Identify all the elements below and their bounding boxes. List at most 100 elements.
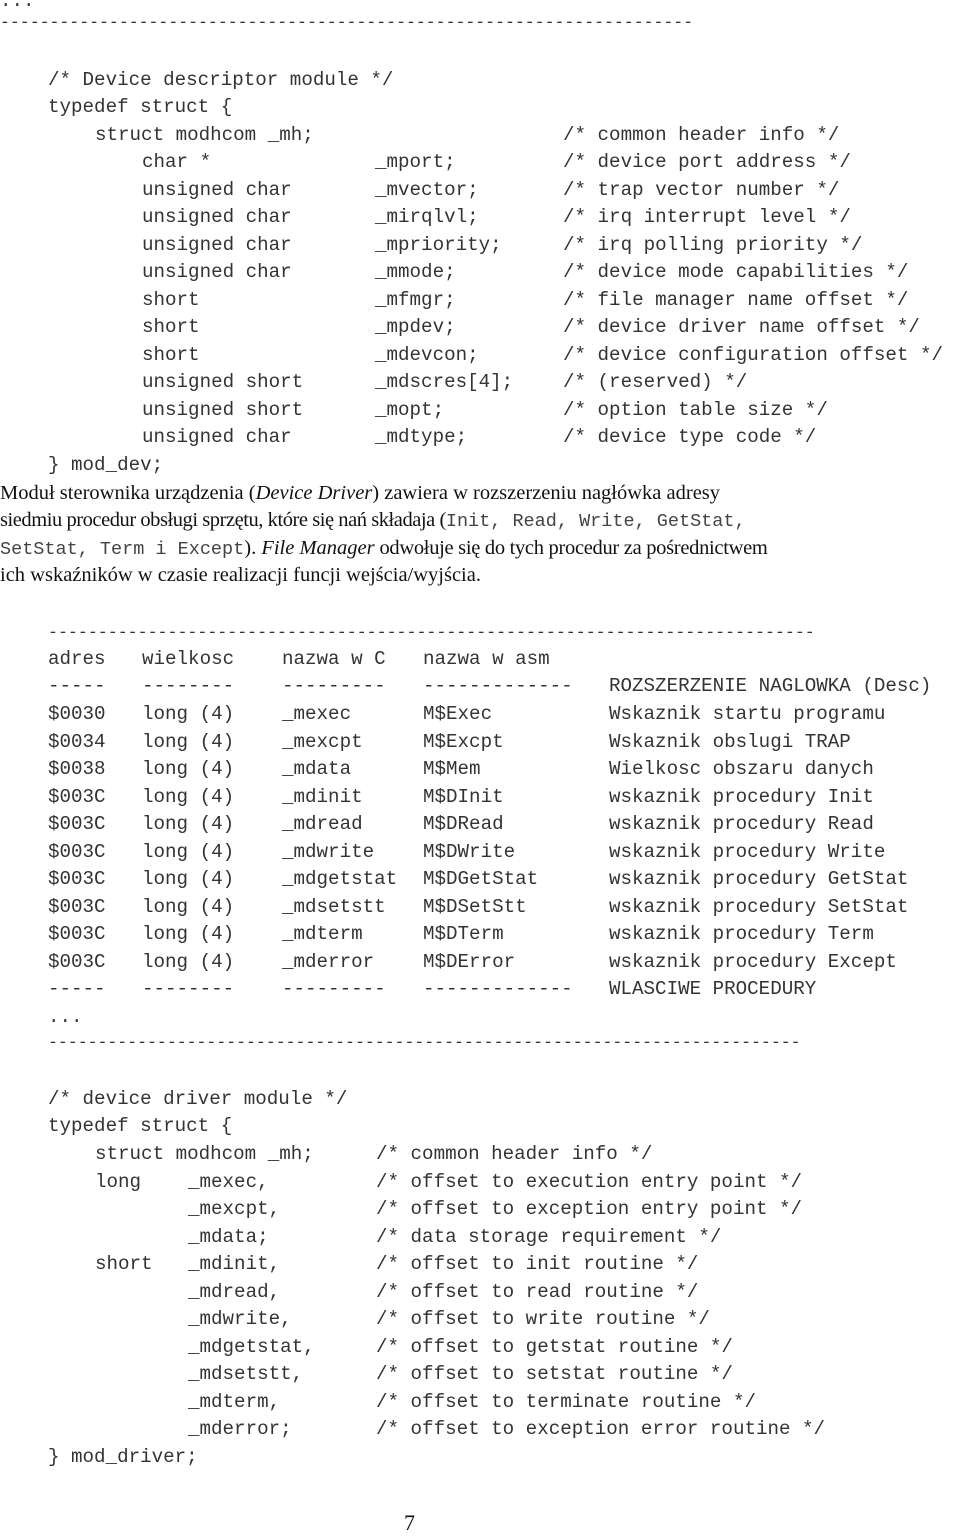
struct2-field-row: _mdsetstt, /* offset to setstat routine *…: [0, 1361, 960, 1388]
struct1-field-row: unsigned char _mirqlvl; /* irq interrupt l…: [0, 204, 960, 231]
dash: ---------: [282, 978, 386, 1000]
field-name: _mdgetstat,: [188, 1335, 315, 1358]
field-comment: /* trap vector number */: [563, 178, 840, 201]
field-comment: /* offset to setstat routine */: [376, 1363, 733, 1385]
table-row: $0034 long (4) _mexcpt M$Excpt Wskaznik obsl…: [0, 729, 960, 756]
cell-description: Wskaznik startu programu: [609, 703, 886, 725]
struct1-field-row: unsigned short _mdscres[4]; /* (reserved) …: [0, 369, 960, 396]
field-name: _mdevcon;: [375, 343, 479, 366]
table-dash-row-bottom: ----- -------- --------- ------------- W…: [0, 976, 960, 1003]
field-name: _mvector;: [375, 178, 479, 201]
field-comment: /* irq interrupt level */: [563, 206, 851, 228]
struct2-field-row: long _mexec, /* offset to execution entry …: [0, 1169, 960, 1196]
cell-description: wskaznik procedury Term: [609, 923, 874, 945]
field-comment: /* device driver name offset */: [563, 316, 920, 338]
field-type: unsigned char: [142, 178, 292, 201]
struct1-field-row: unsigned char _mmode; /* device mode capab…: [0, 259, 960, 286]
cell-nazwa-asm: M$DRead: [423, 813, 504, 835]
cell-nazwa-c: _mdsetstt: [282, 895, 386, 918]
top-rule: ----------------------------------------…: [0, 13, 694, 32]
cell-nazwa-asm: M$Mem: [423, 758, 481, 780]
field-comment: /* irq polling priority */: [563, 233, 863, 256]
field-name: _mdscres[4];: [375, 371, 514, 393]
field-name: _mderror;: [188, 1418, 292, 1440]
struct1-header-decl: struct modhcom _mh;: [95, 124, 314, 146]
col-header-adres: adres: [48, 648, 106, 670]
para-file-manager: File Manager: [261, 537, 375, 559]
cell-nazwa-asm: M$DWrite: [423, 840, 516, 863]
field-name: _mdwrite,: [188, 1308, 292, 1330]
cell-wielkosc: long (4): [142, 895, 235, 918]
cell-nazwa-asm: M$DGetStat: [423, 868, 539, 890]
field-comment: /* device port address */: [563, 151, 851, 173]
field-comment: /* option table size */: [563, 398, 828, 421]
cell-wielkosc: long (4): [142, 730, 235, 753]
cell-nazwa-c: _mdterm: [282, 923, 363, 945]
cell-adres: $003C: [48, 895, 106, 918]
field-name: _mdinit,: [188, 1253, 281, 1275]
dash: -----: [48, 978, 106, 1000]
dash: ---------: [282, 675, 386, 697]
struct2-field-row: _mdgetstat, /* offset to getstat routine …: [0, 1334, 960, 1361]
cell-nazwa-asm: M$DSetStt: [423, 895, 527, 918]
field-comment: /* (reserved) */: [563, 371, 748, 393]
field-type: short: [95, 1253, 153, 1275]
field-type: unsigned char: [142, 206, 292, 228]
cell-wielkosc: long (4): [142, 923, 235, 945]
cell-nazwa-c: _mdread: [282, 813, 363, 835]
struct1-field-row: unsigned char _mpriority; /* irq polling p…: [0, 232, 960, 259]
para-l1-a: Moduł sterownika urządzenia (: [0, 482, 256, 504]
table-row: $003C long (4) _mdwrite M$DWrite wskaznik pr…: [0, 839, 960, 866]
table-row: $003C long (4) _mdgetstat M$DGetStat wskazni…: [0, 866, 960, 893]
table-row: $003C long (4) _mdsetstt M$DSetStt wskaznik …: [0, 894, 960, 921]
dash: --------: [142, 675, 235, 697]
struct2-comment: /* device driver module */: [48, 1088, 348, 1110]
para-l1-b: ) zawiera w rozszerzeniu nagłówka adresy: [372, 482, 721, 504]
cell-adres: $003C: [48, 813, 106, 835]
dash: -------------: [423, 675, 573, 697]
cell-wielkosc: long (4): [142, 840, 235, 863]
col-header-wielkosc: wielkosc: [142, 648, 235, 670]
field-name: _mirqlvl;: [375, 206, 479, 228]
field-comment: /* offset to write routine */: [376, 1308, 710, 1330]
field-type: unsigned short: [142, 398, 304, 421]
field-comment: /* file manager name offset */: [563, 288, 909, 311]
field-name: _mfmgr;: [375, 288, 456, 311]
struct1-field-row: unsigned char _mvector; /* trap vector num…: [0, 177, 960, 204]
field-type: struct modhcom _mh;: [95, 1143, 314, 1165]
field-comment: /* offset to exception entry point */: [376, 1198, 803, 1220]
table-row: $003C long (4) _mderror M$DError wskaznik pr…: [0, 949, 960, 976]
para-l2-a: siedmiu procedur obsługi sprzętu, które …: [0, 509, 446, 531]
cell-nazwa-c: _mdinit: [282, 785, 363, 808]
field-comment: /* device configuration offset */: [563, 343, 943, 366]
table-row: $0038 long (4) _mdata M$Mem Wielkosc obszaru…: [0, 756, 960, 783]
struct1-header-comment: /* common header info */: [563, 124, 840, 146]
cell-description: Wskaznik obslugi TRAP: [609, 730, 851, 753]
cell-nazwa-c: _mdata: [282, 758, 352, 780]
cell-wielkosc: long (4): [142, 703, 235, 725]
cell-adres: $003C: [48, 785, 106, 808]
cell-adres: $003C: [48, 923, 106, 945]
cell-nazwa-asm: M$Excpt: [423, 730, 504, 753]
field-name: _mport;: [375, 151, 456, 173]
cell-description: wskaznik procedury GetStat: [609, 868, 909, 890]
field-comment: /* data storage requirement */: [376, 1225, 722, 1248]
section-start-label: ROZSZERZENIE NAGLOWKA (Desc): [609, 675, 932, 697]
field-name: _mdata;: [188, 1225, 269, 1248]
field-comment: /* offset to getstat routine */: [376, 1335, 733, 1358]
struct1-field-row: unsigned short _mopt; /* option table size…: [0, 397, 960, 424]
table-row: $003C long (4) _mdterm M$DTerm wskaznik proc…: [0, 921, 960, 948]
field-type: long: [95, 1170, 142, 1193]
struct2-field-row: struct modhcom _mh; /* common header info…: [0, 1141, 960, 1168]
struct1-header-row: struct modhcom _mh; /* common header inf…: [0, 122, 960, 149]
cell-description: wskaznik procedury Init: [609, 785, 874, 808]
struct2-open: typedef struct {: [48, 1115, 233, 1137]
field-name: _mmode;: [375, 261, 456, 283]
cell-wielkosc: long (4): [142, 868, 235, 890]
struct2-close: } mod_driver;: [48, 1446, 198, 1468]
cell-adres: $003C: [48, 950, 106, 973]
cell-wielkosc: long (4): [142, 813, 235, 835]
col-header-nazwa-c: nazwa w C: [282, 648, 386, 670]
cell-wielkosc: long (4): [142, 785, 235, 808]
cell-nazwa-asm: M$DTerm: [423, 923, 504, 945]
